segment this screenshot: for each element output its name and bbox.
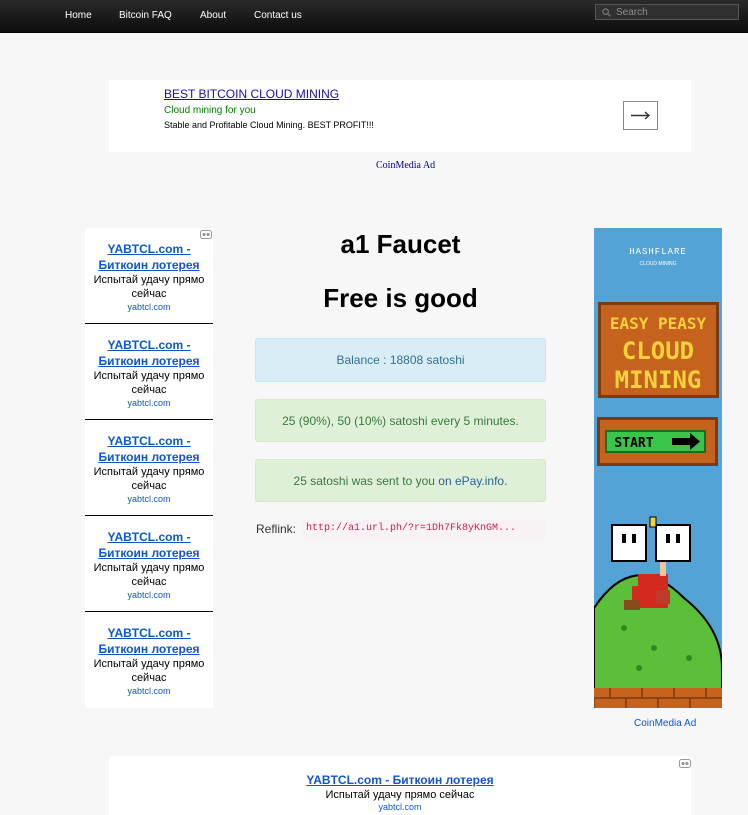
- reflink-value[interactable]: http://a1.url.ph/?r=1Dh7Fk8yKnGM...: [302, 520, 546, 539]
- bottom-ad-banner[interactable]: YABTCL.com - Биткоин лотерея Испытай уда…: [109, 756, 691, 815]
- left-ad-unit[interactable]: YABTCL.com - Биткоин лотерея Испытай уда…: [85, 612, 213, 708]
- left-ad-title[interactable]: YABTCL.com - Биткоин лотерея: [85, 241, 213, 273]
- left-ad-url[interactable]: yabtcl.com: [85, 685, 213, 697]
- search-box[interactable]: [595, 4, 739, 20]
- search-icon: [602, 8, 611, 17]
- nav-contact-us[interactable]: Contact us: [254, 10, 302, 21]
- payout-text: 25 satoshi was sent to you: [293, 474, 439, 488]
- top-ad-subtitle: Cloud mining for you: [164, 105, 256, 116]
- top-ad-network-label[interactable]: CoinMedia Ad: [376, 160, 435, 171]
- left-ad-description: Испытай удачу прямо сейчас: [93, 658, 205, 684]
- adchoices-icon[interactable]: [679, 759, 691, 768]
- arrow-right-icon: [631, 111, 651, 120]
- hashflare-banner-art: HASHFLARE CLOUD MINING EASY PEASY CLOUD …: [594, 228, 722, 708]
- left-ad-url[interactable]: yabtcl.com: [85, 397, 213, 409]
- search-input[interactable]: [616, 6, 736, 19]
- page-subtitle: Free is good: [323, 283, 478, 313]
- banner-line3: MINING: [615, 366, 702, 394]
- left-ad-unit[interactable]: YABTCL.com - Биткоин лотерея Испытай уда…: [85, 324, 213, 420]
- reflink-label: Reflink:: [256, 522, 297, 536]
- nav-bitcoin-faq[interactable]: Bitcoin FAQ: [119, 10, 172, 21]
- nav-home[interactable]: Home: [65, 10, 92, 21]
- banner-brand-sub: CLOUD MINING: [640, 261, 677, 267]
- left-ad-url[interactable]: yabtcl.com: [85, 493, 213, 505]
- left-ad-description: Испытай удачу прямо сейчас: [93, 274, 205, 300]
- left-ad-url[interactable]: yabtcl.com: [85, 589, 213, 601]
- nav-about[interactable]: About: [200, 10, 226, 21]
- top-ad-description: Stable and Profitable Cloud Mining. BEST…: [164, 120, 374, 130]
- page-title: a1 Faucet: [340, 229, 461, 259]
- banner-line2: CLOUD: [622, 337, 694, 365]
- banner-brand: HASHFLARE: [629, 247, 687, 257]
- bottom-ad-description: Испытай удачу прямо сейчас: [325, 789, 475, 801]
- left-ad-title[interactable]: YABTCL.com - Биткоин лотерея: [85, 433, 213, 465]
- balance-alert: Balance : 18808 satoshi: [255, 338, 546, 382]
- left-ad-column: YABTCL.com - Биткоин лотерея Испытай уда…: [85, 228, 213, 708]
- left-ad-url[interactable]: yabtcl.com: [85, 301, 213, 313]
- left-ad-description: Испытай удачу прямо сейчас: [93, 466, 205, 492]
- left-ad-description: Испытай удачу прямо сейчас: [93, 562, 205, 588]
- top-ad-title[interactable]: BEST BITCOIN CLOUD MINING: [164, 87, 339, 101]
- right-banner-network-label[interactable]: CoinMedia Ad: [634, 718, 696, 729]
- left-ad-title[interactable]: YABTCL.com - Биткоин лотерея: [85, 529, 213, 561]
- left-ad-unit[interactable]: YABTCL.com - Биткоин лотерея Испытай уда…: [85, 228, 213, 324]
- banner-start-button: START: [614, 436, 653, 451]
- left-ad-title[interactable]: YABTCL.com - Биткоин лотерея: [85, 625, 213, 657]
- reward-info-alert: 25 (90%), 50 (10%) satoshi every 5 minut…: [255, 399, 546, 442]
- bottom-ad-title[interactable]: YABTCL.com - Биткоин лотерея: [109, 773, 691, 788]
- top-ad-arrow-button[interactable]: [623, 101, 658, 130]
- left-ad-description: Испытай удачу прямо сейчас: [93, 370, 205, 396]
- hashflare-banner[interactable]: HASHFLARE CLOUD MINING EASY PEASY CLOUD …: [594, 228, 722, 708]
- left-ad-unit[interactable]: YABTCL.com - Биткоин лотерея Испытай уда…: [85, 420, 213, 516]
- reward-info-text: 25 (90%), 50 (10%) satoshi every 5 minut…: [282, 414, 519, 428]
- top-nav-bar: Home Bitcoin FAQ About Contact us: [0, 0, 748, 33]
- epay-link[interactable]: on ePay.info.: [438, 474, 507, 488]
- payout-alert: 25 satoshi was sent to you on ePay.info.: [255, 459, 546, 502]
- balance-text: Balance : 18808 satoshi: [336, 353, 465, 367]
- left-ad-unit[interactable]: YABTCL.com - Биткоин лотерея Испытай уда…: [85, 516, 213, 612]
- top-ad-banner[interactable]: BEST BITCOIN CLOUD MINING Cloud mining f…: [109, 80, 691, 152]
- banner-line1: EASY PEASY: [610, 314, 707, 333]
- bottom-ad-url[interactable]: yabtcl.com: [109, 802, 691, 813]
- left-ad-title[interactable]: YABTCL.com - Биткоин лотерея: [85, 337, 213, 369]
